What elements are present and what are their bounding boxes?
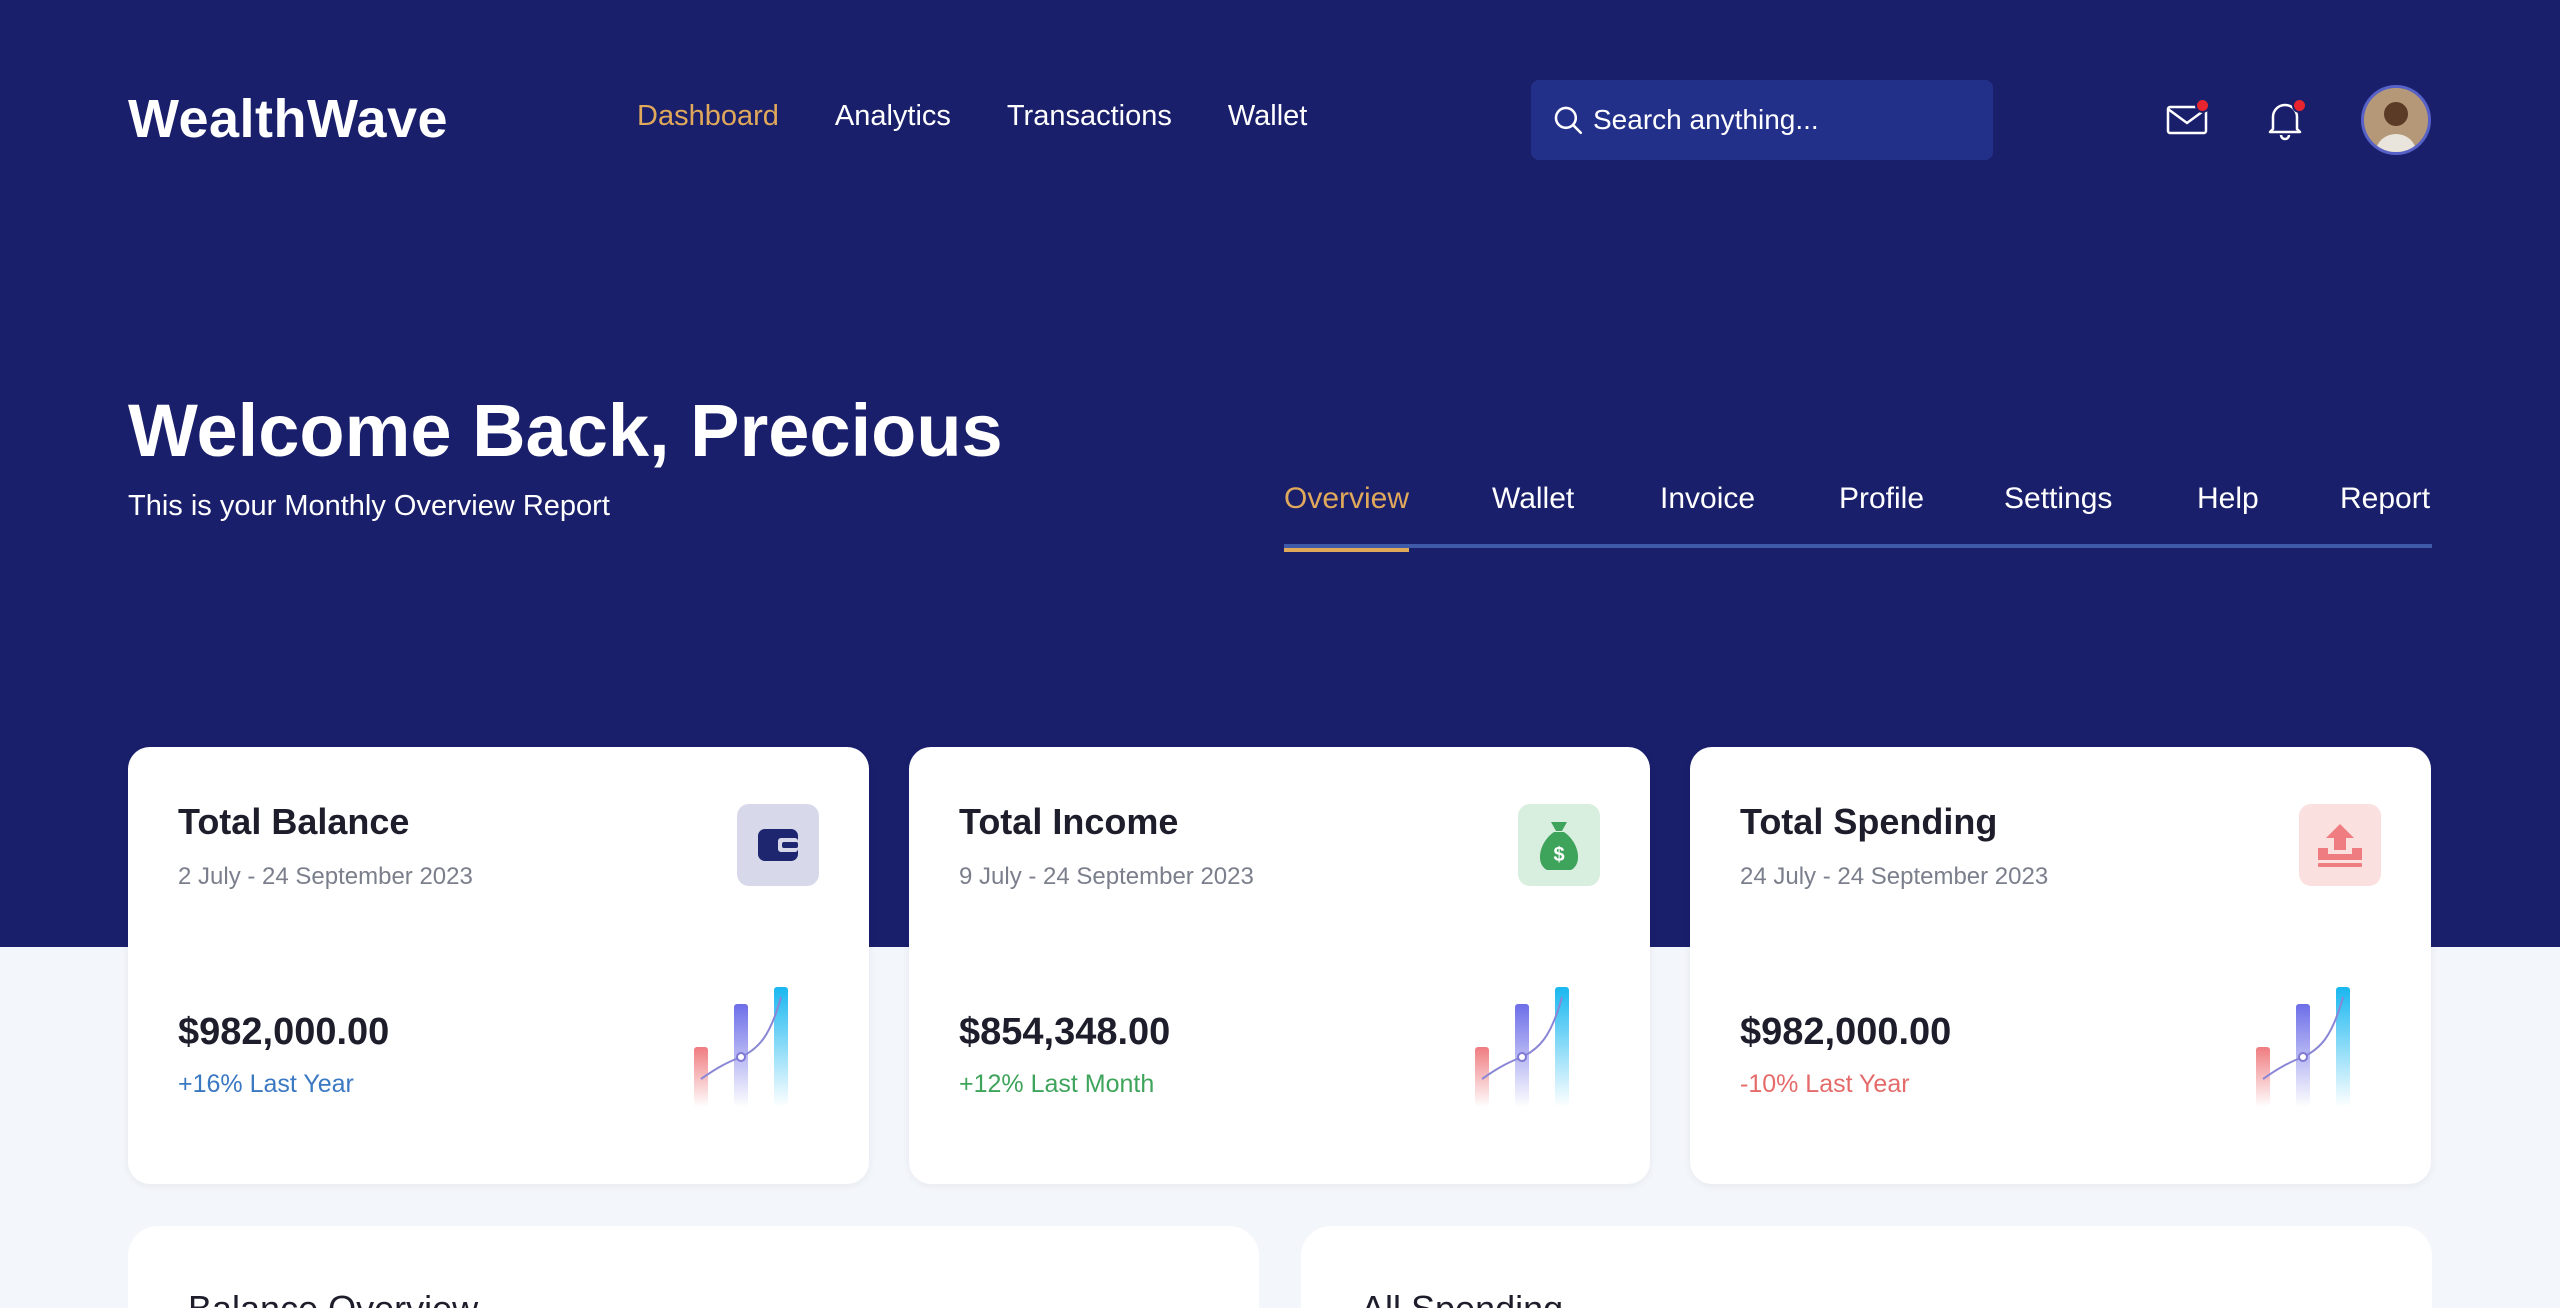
nav-item-analytics[interactable]: Analytics (835, 100, 951, 133)
tab-overview[interactable]: Overview (1284, 482, 1410, 552)
card-title: Total Spending (1740, 801, 1998, 842)
all-spending-panel: All Spending (1301, 1226, 2432, 1308)
money-bag-icon: $ (1518, 804, 1600, 886)
card-change: +16% Last Year (178, 1070, 354, 1098)
search-icon (1554, 106, 1583, 135)
bell-notification-dot (2292, 98, 2307, 113)
card-amount: $854,348.00 (959, 1011, 1171, 1053)
card-date: 24 July - 24 September 2023 (1740, 863, 2049, 890)
app-logo[interactable]: WealthWave (128, 88, 448, 150)
mini-chart-icon (2256, 987, 2350, 1107)
nav-item-transactions[interactable]: Transactions (1007, 100, 1172, 133)
card-amount: $982,000.00 (1740, 1011, 1952, 1053)
mini-chart-icon (1475, 987, 1569, 1107)
tab-invoice[interactable]: Invoice (1660, 482, 1755, 548)
total-income-card[interactable]: Total Income 9 July - 24 September 2023 … (909, 747, 1650, 1184)
card-change: +12% Last Month (959, 1070, 1155, 1098)
panel-title: All Spending (1361, 1288, 1563, 1308)
nav-item-wallet[interactable]: Wallet (1228, 100, 1308, 133)
total-spending-card[interactable]: Total Spending 24 July - 24 September 20… (1690, 747, 2431, 1184)
tab-help[interactable]: Help (2197, 482, 2259, 548)
user-avatar[interactable] (2361, 85, 2431, 155)
notifications-button[interactable] (2260, 95, 2310, 145)
card-amount: $982,000.00 (178, 1011, 390, 1053)
card-change: -10% Last Year (1740, 1070, 1910, 1098)
nav-item-dashboard[interactable]: Dashboard (637, 100, 779, 133)
tab-report[interactable]: Report (2340, 482, 2430, 548)
welcome-subtitle: This is your Monthly Overview Report (128, 490, 610, 522)
svg-text:$: $ (1553, 844, 1564, 866)
search-box[interactable] (1531, 80, 1993, 160)
avatar-image (2364, 88, 2428, 152)
wallet-icon (737, 804, 819, 886)
panel-title: Balance Overview (188, 1288, 478, 1308)
card-date: 2 July - 24 September 2023 (178, 863, 473, 890)
tab-profile[interactable]: Profile (1839, 482, 1924, 548)
card-title: Total Income (959, 801, 1179, 842)
mail-notification-dot (2195, 98, 2210, 113)
tab-wallet[interactable]: Wallet (1492, 482, 1574, 548)
mini-chart-icon (694, 987, 788, 1107)
card-date: 9 July - 24 September 2023 (959, 863, 1254, 890)
search-input[interactable] (1593, 104, 1973, 136)
tab-settings[interactable]: Settings (2004, 482, 2112, 548)
mail-button[interactable] (2163, 95, 2213, 145)
overview-tabs: Overview Wallet Invoice Profile Settings… (1284, 482, 2432, 552)
balance-overview-panel: Balance Overview (128, 1226, 1259, 1308)
upload-tray-icon (2299, 804, 2381, 886)
welcome-title: Welcome Back, Precious (128, 389, 1003, 472)
top-nav: Dashboard Analytics Transactions Wallet (637, 100, 1307, 133)
total-balance-card[interactable]: Total Balance 2 July - 24 September 2023… (128, 747, 869, 1184)
card-title: Total Balance (178, 801, 410, 842)
